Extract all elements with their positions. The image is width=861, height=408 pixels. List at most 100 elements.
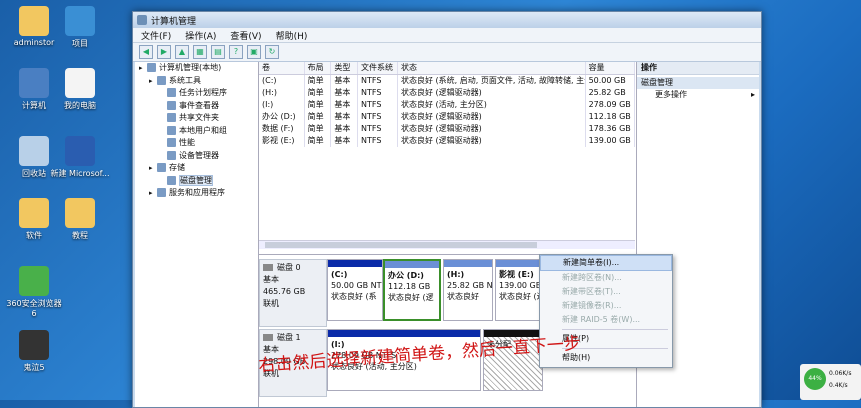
- menu-item[interactable]: 查看(V): [230, 29, 261, 42]
- tree-node[interactable]: 磁盘管理: [135, 174, 258, 188]
- horizontal-scrollbar[interactable]: [259, 240, 635, 249]
- desktop-icon[interactable]: 360安全浏览器6: [4, 266, 64, 318]
- computer-icon: [147, 63, 156, 72]
- desktop-icon-image: [65, 198, 95, 228]
- properties-icon[interactable]: ▤: [211, 45, 225, 59]
- disk-size: 465.76 GB: [263, 287, 306, 296]
- desktop-icon-image: [19, 136, 49, 166]
- desktop-icon-image: [65, 68, 95, 98]
- actions-section[interactable]: 磁盘管理: [637, 77, 759, 89]
- table-cell: (H:): [259, 87, 305, 99]
- table-row[interactable]: (I:) 简单 基本 NTFS 状态良好 (活动, 主分区) 278.09 GB: [259, 99, 635, 111]
- usage-gauge: 44%: [804, 368, 826, 390]
- desktop-icon-image: [65, 6, 95, 36]
- partition-title: 办公 (D:): [388, 271, 424, 280]
- table-cell: 基本: [331, 111, 359, 123]
- table-row[interactable]: (C:) 简单 基本 NTFS 状态良好 (系统, 启动, 页面文件, 活动, 故障转储…: [259, 75, 635, 87]
- table-cell: 278.09 GB: [586, 99, 635, 111]
- column-header[interactable]: 容量: [586, 62, 635, 74]
- disk-label[interactable]: 磁盘 0 基本 465.76 GB 联机: [259, 259, 327, 327]
- table-cell: NTFS: [358, 87, 398, 99]
- expand-icon[interactable]: ▸: [149, 75, 157, 88]
- expand-icon[interactable]: ▸: [149, 162, 157, 175]
- title-bar[interactable]: 计算机管理: [133, 12, 761, 28]
- chevron-right-icon: ▸: [750, 90, 755, 99]
- table-row[interactable]: (H:) 简单 基本 NTFS 状态良好 (逻辑驱动器) 25.82 GB: [259, 87, 635, 99]
- partition[interactable]: (C:) 50.00 GB NT 状态良好 (系: [327, 259, 383, 321]
- tree-node-label: 共享文件夹: [179, 113, 219, 122]
- partition[interactable]: 办公 (D:) 112.18 GB 状态良好 (逻: [383, 259, 441, 321]
- tree-node[interactable]: ▸ 计算机管理(本地): [135, 62, 258, 75]
- desktop-icon[interactable]: 项目: [50, 6, 110, 49]
- column-header[interactable]: 布局: [305, 62, 332, 74]
- network-speed-widget[interactable]: 44% 0.06K/s 0.4K/s: [800, 364, 861, 400]
- menu-item[interactable]: 操作(A): [185, 29, 216, 42]
- refresh-icon[interactable]: ↻: [265, 45, 279, 59]
- tree-node[interactable]: 事件查看器: [135, 100, 258, 113]
- back-arrow-icon[interactable]: ◀: [139, 45, 153, 59]
- table-cell: 178.36 GB: [586, 123, 635, 135]
- users-icon: [167, 125, 176, 135]
- expand-icon[interactable]: ▸: [139, 62, 147, 75]
- menu-item[interactable]: 文件(F): [141, 29, 171, 42]
- partition[interactable]: 影视 (E:) 139.00 GB 状态良好 (逻: [495, 259, 543, 321]
- column-header[interactable]: 卷: [259, 62, 305, 74]
- desktop-icon[interactable]: 新建 Microsof...: [50, 136, 110, 179]
- tree-node[interactable]: 任务计划程序: [135, 87, 258, 100]
- disk-icon: [263, 264, 273, 271]
- table-cell: NTFS: [358, 123, 398, 135]
- disk-icon: [263, 334, 273, 341]
- desktop-icon[interactable]: 我的电脑: [50, 68, 110, 111]
- desktop-icon[interactable]: 鬼泣5: [4, 330, 64, 373]
- tree-node[interactable]: 本地用户和组: [135, 125, 258, 138]
- partition-title: 影视 (E:): [499, 270, 534, 279]
- expand-icon[interactable]: ▸: [149, 187, 157, 200]
- partition-line2: 112.18 GB: [388, 282, 431, 291]
- partition[interactable]: (H:) 25.82 GB N 状态良好: [443, 259, 493, 321]
- tree-node[interactable]: ▸ 存储: [135, 162, 258, 175]
- disk-status: 联机: [263, 299, 279, 308]
- action-item[interactable]: 更多操作 ▸: [637, 89, 759, 101]
- volume-list: 卷布局 类型 文件系统 状态 容量 (C:) 简单 基本 NTFS 状态良好 (系统, 启动, …: [259, 62, 635, 255]
- tree-node-label: 存储: [169, 163, 185, 172]
- tree-node[interactable]: 共享文件夹: [135, 112, 258, 125]
- download-speed: 0.4K/s: [829, 382, 848, 389]
- table-row[interactable]: 影视 (E:) 简单 基本 NTFS 状态良好 (逻辑驱动器) 139.00 GB: [259, 135, 635, 147]
- show-tree-icon[interactable]: ▦: [193, 45, 207, 59]
- help-icon[interactable]: ?: [229, 45, 243, 59]
- partition-text: 办公 (D:) 112.18 GB 状态良好 (逻: [385, 268, 439, 305]
- tree-node[interactable]: ▸ 服务和应用程序: [135, 187, 258, 200]
- volume-list-header: 卷布局 类型 文件系统 状态 容量: [259, 62, 635, 75]
- table-cell: 状态良好 (活动, 主分区): [398, 99, 586, 111]
- column-header[interactable]: 文件系统: [358, 62, 398, 74]
- context-menu-item[interactable]: 新建简单卷(I)...: [540, 255, 672, 271]
- menu-item[interactable]: 帮助(H): [276, 29, 308, 42]
- up-folder-icon[interactable]: ▲: [175, 45, 189, 59]
- column-header[interactable]: 类型: [331, 62, 359, 74]
- tools-icon: [157, 75, 166, 85]
- partition-line2: 25.82 GB N: [447, 281, 492, 290]
- clock-icon: [167, 88, 176, 97]
- desktop-icon[interactable]: 教程: [50, 198, 110, 241]
- forward-arrow-icon[interactable]: ▶: [157, 45, 171, 59]
- tree-node[interactable]: ▸ 系统工具: [135, 75, 258, 88]
- column-header[interactable]: 状态: [398, 62, 586, 74]
- context-menu-item: 新建带区卷(T)...: [562, 287, 621, 296]
- performance-icon: [167, 138, 176, 147]
- table-cell: NTFS: [358, 135, 398, 147]
- table-cell: (I:): [259, 99, 305, 111]
- table-cell: 数据 (F:): [259, 123, 305, 135]
- table-cell: (C:): [259, 75, 305, 87]
- desktop-icon-label: 新建 Microsof...: [50, 169, 110, 178]
- export-icon[interactable]: ▣: [247, 45, 261, 59]
- table-cell: 简单: [305, 135, 332, 147]
- tree-node[interactable]: 设备管理器: [135, 150, 258, 163]
- table-row[interactable]: 办公 (D:) 简单 基本 NTFS 状态良好 (逻辑驱动器) 112.18 GB: [259, 111, 635, 123]
- table-cell: 简单: [305, 99, 332, 111]
- partition-bar: [444, 260, 492, 267]
- toolbar: ◀ ▶ ▲ ▦ ▤? ▣ ↻: [133, 43, 761, 62]
- tree-node[interactable]: 性能: [135, 137, 258, 150]
- tree-node-label: 任务计划程序: [179, 88, 227, 97]
- partition-line2: 139.00 GB: [499, 281, 542, 290]
- table-row[interactable]: 数据 (F:) 简单 基本 NTFS 状态良好 (逻辑驱动器) 178.36 GB: [259, 123, 635, 135]
